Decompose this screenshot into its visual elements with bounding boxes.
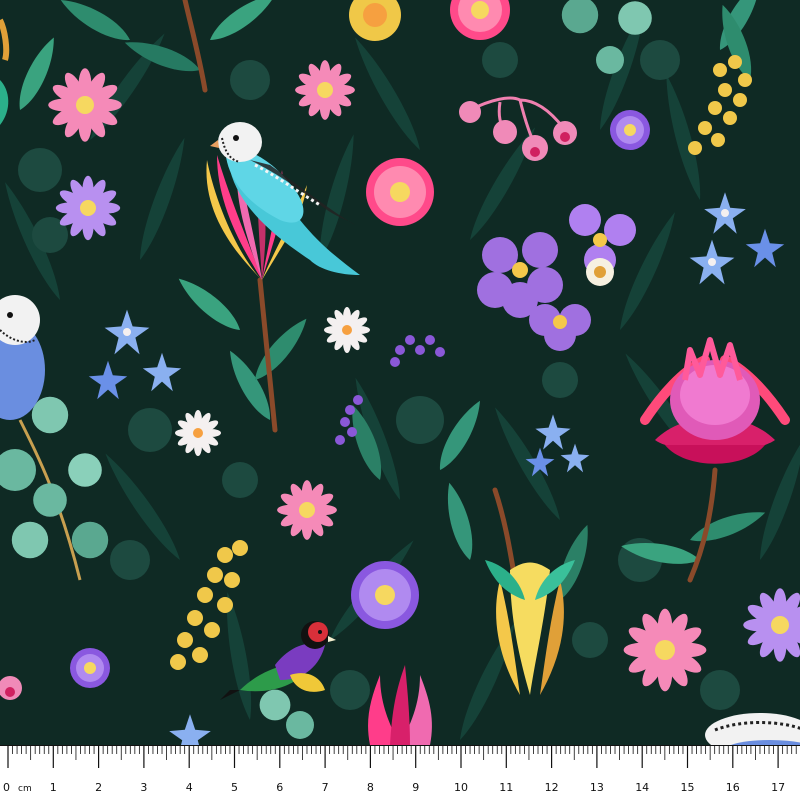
pink-protea-bottom: [368, 665, 432, 745]
purple-flower-cluster: [477, 204, 636, 351]
ruler-ticks: [7, 746, 797, 768]
ruler-number: 2: [95, 781, 102, 794]
floral-fabric-print: [0, 0, 800, 745]
ruler-zero: 0: [3, 781, 10, 794]
top-left-accents: [0, 18, 10, 125]
ruler-number: 6: [276, 781, 283, 794]
ruler-number: 1: [50, 781, 57, 794]
ruler-number: 17: [771, 781, 785, 794]
ruler-scale: 0 cm 1 2 3 4 5 6 7 8 9 10 11 12 13 14 15 16 17: [0, 745, 800, 794]
ruler-number: 10: [454, 781, 468, 794]
ruler-unit: cm: [18, 784, 32, 794]
ruler-number: 8: [367, 781, 374, 794]
yellow-protea: [485, 560, 575, 695]
ruler-number: 3: [140, 781, 147, 794]
ruler-number: 14: [635, 781, 649, 794]
ruler-number: 12: [545, 781, 559, 794]
ruler-number: 4: [186, 781, 193, 794]
ruler-number: 11: [499, 781, 513, 794]
fabric-pattern: [0, 0, 800, 745]
measurement-ruler: 0 cm 1 2 3 4 5 6 7 8 9 10 11 12 13 14 15 16 17: [0, 745, 800, 800]
ruler-number: 5: [231, 781, 238, 794]
ruler-numbers: 1 2 3 4 5 6 7 8 9 10 11 12 13 14 15 16 17: [50, 781, 785, 794]
budgerigar-bottom-right: [705, 713, 800, 745]
ruler-number: 13: [590, 781, 604, 794]
ruler-number: 16: [726, 781, 740, 794]
ruler-number: 9: [412, 781, 419, 794]
ruler-number: 15: [681, 781, 695, 794]
ruler-number: 7: [322, 781, 329, 794]
